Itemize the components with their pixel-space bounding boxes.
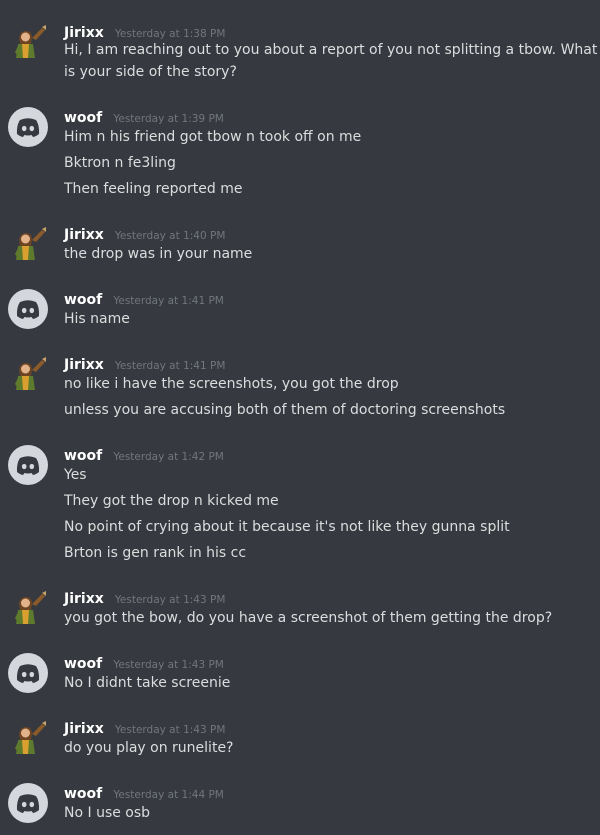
character-avatar-icon[interactable] [8, 718, 48, 758]
message-text: the drop was in your name [64, 246, 253, 262]
timestamp: Yesterday at 1:41 PM [114, 360, 226, 372]
timestamp: Yesterday at 1:44 PM [113, 789, 224, 801]
timestamp: Yesterday at 1:43 PM [114, 724, 226, 736]
username[interactable]: Jirixx [64, 721, 104, 737]
username[interactable]: woof [64, 292, 102, 308]
username[interactable]: Jirixx [64, 227, 104, 243]
message-text: do you play on runelite? [64, 740, 234, 756]
discord-logo-avatar-icon[interactable] [8, 107, 48, 147]
username[interactable]: Jirixx [64, 357, 104, 373]
message-text: is your side of the story? [64, 64, 237, 80]
message-text: Hi, I am reaching out to you about a rep… [64, 42, 598, 58]
message-text: No I use osb [64, 805, 151, 821]
character-avatar-icon[interactable] [8, 354, 48, 394]
timestamp: Yesterday at 1:40 PM [114, 230, 226, 242]
chat-log: Jirixx Yesterday at 1:38 PM Hi, I am rea… [0, 0, 600, 835]
timestamp: Yesterday at 1:41 PM [113, 295, 224, 307]
message-text: you got the bow, do you have a screensho… [64, 610, 553, 626]
message-text: No I didnt take screenie [64, 675, 231, 691]
message-text: Then feeling reported me [64, 181, 243, 197]
message-text: They got the drop n kicked me [64, 493, 279, 509]
timestamp: Yesterday at 1:43 PM [113, 659, 224, 671]
message-text: Yes [64, 467, 87, 483]
timestamp: Yesterday at 1:38 PM [114, 28, 226, 40]
character-avatar-icon[interactable] [8, 22, 48, 62]
character-avatar-icon[interactable] [8, 224, 48, 264]
timestamp: Yesterday at 1:43 PM [114, 594, 226, 606]
message-text: unless you are accusing both of them of … [64, 402, 506, 418]
discord-logo-avatar-icon[interactable] [8, 445, 48, 485]
message-text: Bktron n fe3ling [64, 155, 176, 171]
discord-logo-avatar-icon[interactable] [8, 653, 48, 693]
username[interactable]: woof [64, 656, 102, 672]
username[interactable]: woof [64, 110, 102, 126]
message-text: No point of crying about it because it's… [64, 519, 510, 535]
discord-logo-avatar-icon[interactable] [8, 783, 48, 823]
username[interactable]: woof [64, 448, 102, 464]
username[interactable]: Jirixx [64, 25, 104, 41]
message-text: no like i have the screenshots, you got … [64, 376, 399, 392]
timestamp: Yesterday at 1:39 PM [113, 113, 224, 125]
username[interactable]: Jirixx [64, 591, 104, 607]
message-text: Him n his friend got tbow n took off on … [64, 129, 362, 145]
message-text: His name [64, 311, 130, 327]
character-avatar-icon[interactable] [8, 588, 48, 628]
username[interactable]: woof [64, 786, 102, 802]
discord-logo-avatar-icon[interactable] [8, 289, 48, 329]
message-text: Brton is gen rank in his cc [64, 545, 247, 561]
timestamp: Yesterday at 1:42 PM [113, 451, 224, 463]
